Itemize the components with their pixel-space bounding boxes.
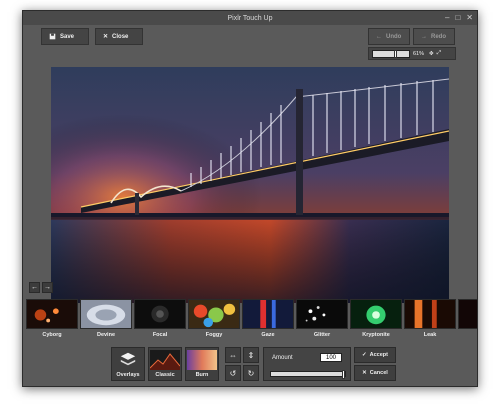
burn-preview-icon [187, 350, 217, 370]
classic-button[interactable]: Classic [148, 347, 182, 381]
close-button[interactable]: ✕ Close [95, 28, 143, 45]
save-icon [49, 33, 56, 40]
filter-label: Foggy [205, 332, 223, 338]
burn-label: Burn [195, 372, 209, 378]
filter-item-cyborg[interactable]: Cyborg [26, 299, 78, 343]
cancel-icon: ✕ [362, 370, 367, 376]
filter-item-devine[interactable]: Devine [80, 299, 132, 343]
app-window: Pixlr Touch Up – □ ✕ Save ✕ Close ← Undo… [22, 10, 478, 387]
filter-item-gaze[interactable]: Gaze [242, 299, 294, 343]
filter-label: Gaze [261, 332, 275, 338]
window-title: Pixlr Touch Up [227, 14, 273, 22]
flip-vertical-icon[interactable]: ⇕ [243, 347, 259, 363]
filter-thumbnail[interactable] [350, 299, 402, 329]
close-icon: ✕ [103, 34, 109, 40]
filter-strip: Cyborg Devine Focal Foggy Gaze Glitter Krypton… [23, 299, 478, 343]
maximize-icon[interactable]: □ [455, 12, 460, 24]
move-icon[interactable]: ✥ [429, 51, 434, 57]
filter-item-foggy[interactable]: Foggy [188, 299, 240, 343]
photo-canvas[interactable] [51, 67, 449, 303]
undo-button[interactable]: ← Undo [368, 28, 410, 45]
filter-item-focal[interactable]: Focal [134, 299, 186, 343]
bottom-toolbar: Overlays Classic Burn ⇔ ⇕ ↺ ↻ Amount 100… [23, 347, 477, 386]
rotate-left-icon[interactable]: ↺ [225, 365, 241, 381]
filter-thumbnail[interactable] [296, 299, 348, 329]
redo-button[interactable]: → Redo [413, 28, 455, 45]
filter-thumbnail[interactable] [242, 299, 294, 329]
title-bar: Pixlr Touch Up – □ ✕ [23, 11, 477, 25]
save-button[interactable]: Save [41, 28, 89, 45]
next-arrow-icon[interactable]: → [42, 282, 53, 293]
redo-label: Redo [431, 33, 446, 40]
redo-arrow-icon: → [421, 33, 427, 40]
amount-panel: Amount 100 [263, 347, 351, 381]
filter-label: Local [477, 332, 478, 338]
filter-thumbnail[interactable] [26, 299, 78, 329]
zoom-slider-thumb[interactable] [394, 49, 397, 58]
filter-item-leak[interactable]: Leak [404, 299, 456, 343]
flip-horizontal-icon[interactable]: ⇔ [225, 347, 241, 363]
filter-thumbnail[interactable] [80, 299, 132, 329]
save-label: Save [60, 33, 75, 40]
undo-arrow-icon: ← [376, 33, 382, 40]
classic-label: Classic [155, 372, 175, 378]
amount-input[interactable]: 100 [320, 353, 342, 362]
overlays-button[interactable]: Overlays [111, 347, 145, 381]
minimize-icon[interactable]: – [445, 12, 449, 24]
bay-bridge-photo [51, 67, 449, 303]
filter-item-kryptonite[interactable]: Kryptonite [350, 299, 402, 343]
check-icon: ✓ [362, 352, 367, 358]
rotate-right-icon[interactable]: ↻ [243, 365, 259, 381]
filter-item-local[interactable]: Local [458, 299, 478, 343]
filter-label: Devine [96, 332, 116, 338]
filter-thumbnail[interactable] [188, 299, 240, 329]
filter-label: Leak [423, 332, 437, 338]
amount-slider-thumb[interactable] [342, 370, 345, 379]
cancel-button[interactable]: ✕ Cancel [354, 365, 396, 381]
prev-arrow-icon[interactable]: ← [29, 282, 40, 293]
filter-label: Kryptonite [362, 332, 390, 338]
close-window-icon[interactable]: ✕ [466, 12, 473, 24]
amount-label: Amount [272, 355, 293, 361]
fullscreen-icon[interactable]: ⤢ [437, 50, 441, 57]
filter-label: Focal [152, 332, 168, 338]
burn-button[interactable]: Burn [185, 347, 219, 381]
zoom-slider[interactable] [372, 49, 410, 58]
cancel-label: Cancel [369, 370, 388, 376]
accept-label: Accept [369, 352, 388, 358]
zoom-value: 61% [413, 50, 425, 57]
filter-label: Cyborg [42, 332, 62, 338]
layers-icon [120, 352, 136, 366]
filter-nav: ← → [29, 282, 53, 293]
filter-thumbnail[interactable] [404, 299, 456, 329]
filter-thumbnail[interactable] [134, 299, 186, 329]
close-label: Close [112, 33, 129, 40]
accept-button[interactable]: ✓ Accept [354, 347, 396, 363]
overlays-label: Overlays [116, 372, 140, 378]
undo-label: Undo [386, 33, 402, 40]
filter-label: Glitter [313, 332, 331, 338]
zoom-control: 61% ✥ ⤢ [368, 47, 456, 60]
filter-thumbnail[interactable] [458, 299, 477, 329]
window-controls: – □ ✕ [445, 12, 473, 24]
classic-preview-icon [150, 350, 180, 370]
amount-slider[interactable] [270, 370, 346, 379]
filter-item-glitter[interactable]: Glitter [296, 299, 348, 343]
